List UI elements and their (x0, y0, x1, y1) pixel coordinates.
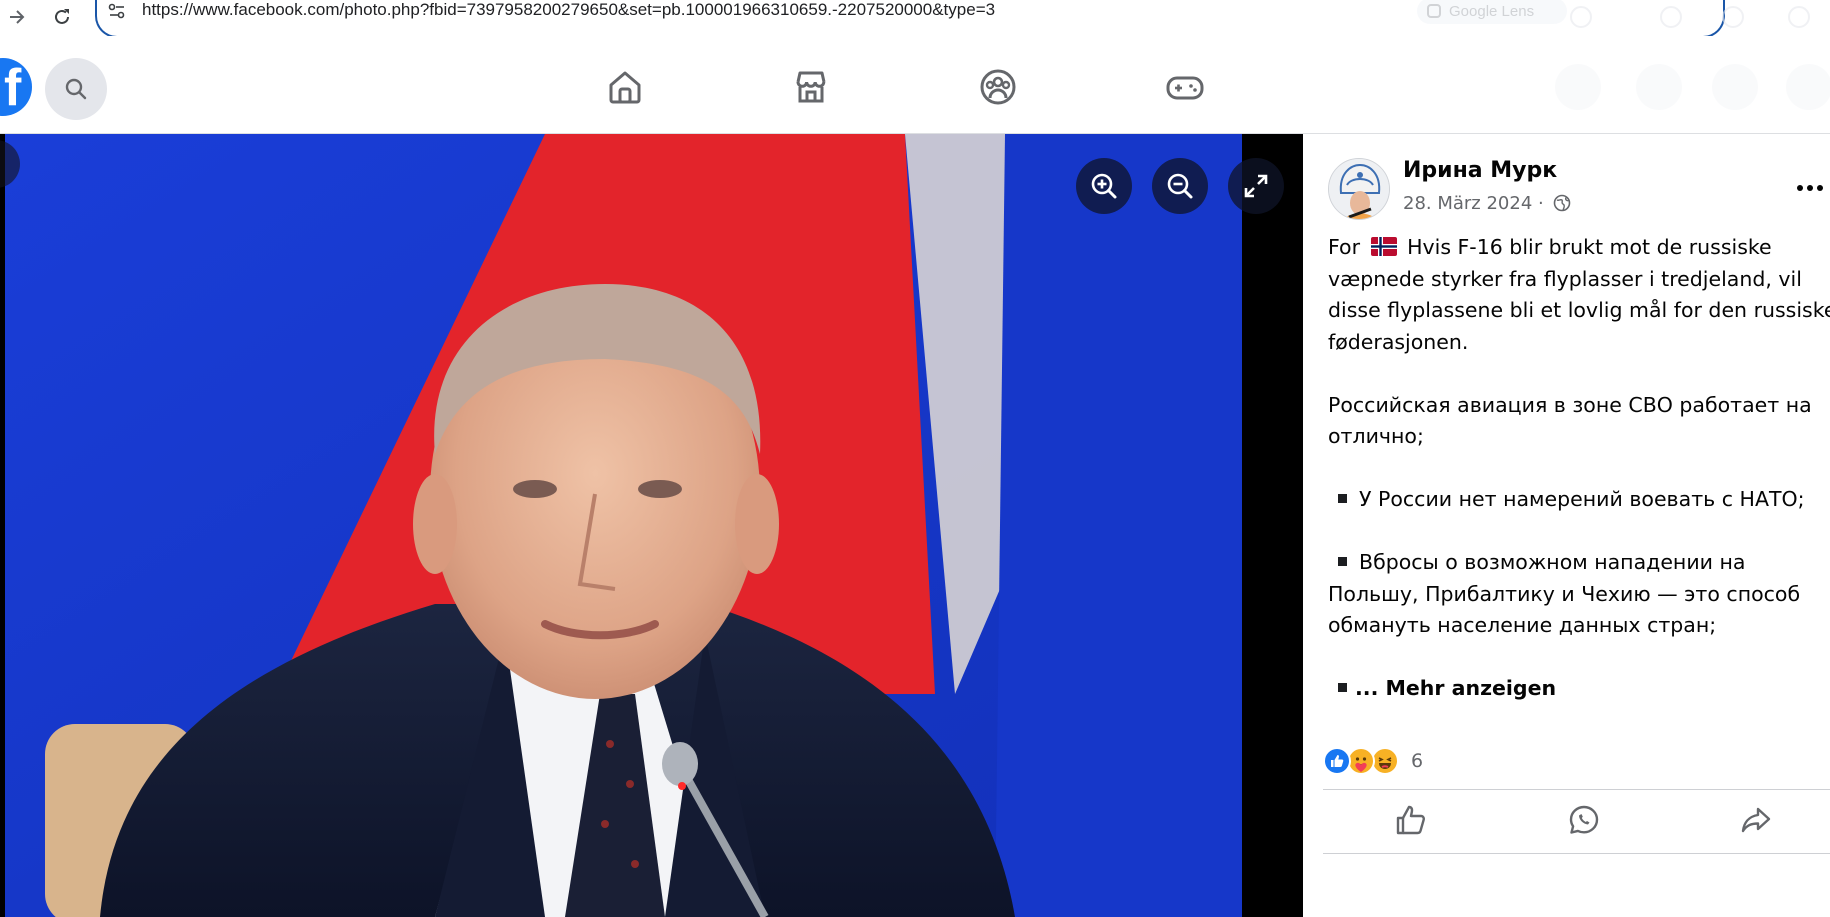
text-fragment: У России нет намерений воевать с НАТО; (1359, 487, 1805, 511)
text-fragment: For (1328, 235, 1367, 259)
reactions-summary[interactable]: 6 (1323, 746, 1423, 776)
norway-flag-icon (1370, 236, 1397, 256)
divider (1323, 789, 1830, 790)
dot-icon (1817, 185, 1823, 191)
post-date-text[interactable]: 28. März 2024 · (1403, 193, 1549, 214)
text-line: disse flyplassene bli et lovlig mål for … (1328, 298, 1830, 322)
see-more-link[interactable]: ... Mehr anzeigen (1355, 676, 1556, 700)
text-line: føderasjonen. (1328, 329, 1469, 354)
lens-label: Google Lens (1449, 2, 1535, 20)
text-line: væpnede styrker fra flyplasser i tredjel… (1328, 266, 1802, 291)
like-icon[interactable] (1389, 798, 1433, 842)
post-bullet-item: У России нет намерений воевать с НАТО; (1328, 484, 1830, 516)
reaction-count[interactable]: 6 (1411, 750, 1423, 772)
photo-viewer (0, 134, 1303, 917)
text-line: For Hvis F-16 blir brukt mot de russiske (1328, 232, 1830, 264)
search-button[interactable] (45, 58, 107, 120)
notifications-icon[interactable] (1712, 64, 1758, 110)
author-name[interactable]: Ирина Мурк (1403, 158, 1557, 183)
post-paragraph: Российская авиация в зоне СВО работает н… (1328, 390, 1830, 453)
reload-icon[interactable] (49, 4, 75, 30)
zoom-out-icon[interactable] (1152, 158, 1208, 214)
text-line: У России нет намерений воевать с НАТО; (1328, 484, 1830, 516)
share-icon[interactable] (1734, 798, 1778, 842)
menu-icon[interactable] (1555, 64, 1601, 110)
bullet-icon (1338, 494, 1347, 503)
text-line: Российская авиация в зоне СВО работает н… (1328, 392, 1812, 417)
search-icon (65, 78, 87, 100)
lens-icon (1427, 4, 1441, 18)
bookmark-icon[interactable] (1570, 6, 1592, 28)
site-info-icon[interactable] (107, 1, 127, 21)
groups-icon[interactable] (977, 66, 1019, 108)
divider (1323, 853, 1830, 854)
facebook-header: f (0, 36, 1830, 134)
extension-icon[interactable] (1660, 6, 1682, 28)
account-avatar[interactable] (1786, 64, 1830, 110)
post-bullet-item: Вбросы о возможном нападении на Польшу, … (1328, 547, 1830, 642)
facebook-logo[interactable]: f (0, 58, 32, 116)
post-paragraph-norwegian: For Hvis F-16 blir brukt mot de russiske… (1328, 232, 1830, 358)
globe-icon (1554, 194, 1571, 212)
dot-icon (1807, 185, 1813, 191)
post-photo[interactable] (5, 134, 1242, 917)
menu-icon[interactable] (1788, 6, 1810, 28)
text-fragment: Вбросы о возможном нападении на (1359, 550, 1746, 574)
bullet-icon (1338, 683, 1347, 692)
text-line: Польшу, Прибалтику и Чехию — это способ (1328, 581, 1801, 606)
zoom-in-icon[interactable] (1076, 158, 1132, 214)
like-reaction-icon (1323, 747, 1351, 775)
dot-icon (1797, 185, 1803, 191)
messenger-icon[interactable] (1636, 64, 1682, 110)
text-line: отлично; (1328, 424, 1424, 448)
bullet-icon (1338, 557, 1347, 566)
forward-icon[interactable] (4, 4, 30, 30)
marketplace-icon[interactable] (790, 66, 832, 108)
fullscreen-icon[interactable] (1228, 158, 1284, 214)
profile-icon[interactable] (1722, 6, 1744, 28)
post-options-button[interactable] (1797, 176, 1830, 200)
url-text[interactable]: https://www.facebook.com/photo.php?fbid=… (142, 0, 995, 20)
post-text: For Hvis F-16 blir brukt mot de russiske… (1328, 232, 1830, 705)
author-avatar[interactable] (1328, 158, 1390, 220)
google-lens-chip[interactable]: Google Lens (1417, 0, 1567, 24)
home-icon[interactable] (604, 66, 646, 108)
text-line: обмануть население данных стран; (1328, 613, 1717, 637)
haha-reaction-icon (1371, 747, 1399, 775)
text-line: ... Mehr anzeigen (1328, 673, 1830, 705)
care-reaction-icon (1347, 747, 1375, 775)
post-date[interactable]: 28. März 2024 · (1403, 193, 1571, 214)
text-fragment: Hvis F-16 blir brukt mot de russiske (1400, 235, 1772, 259)
gaming-icon[interactable] (1164, 66, 1206, 108)
comment-icon[interactable] (1562, 798, 1606, 842)
facebook-logo-letter: f (4, 59, 22, 117)
post-bullet-item: ... Mehr anzeigen (1328, 673, 1830, 705)
post-details-panel: Ирина Мурк 28. März 2024 · For Hvis F-16… (1303, 134, 1830, 917)
browser-toolbar: https://www.facebook.com/photo.php?fbid=… (0, 0, 1830, 38)
text-line: Вбросы о возможном нападении на (1328, 547, 1830, 579)
address-bar[interactable]: https://www.facebook.com/photo.php?fbid=… (95, 0, 1725, 38)
